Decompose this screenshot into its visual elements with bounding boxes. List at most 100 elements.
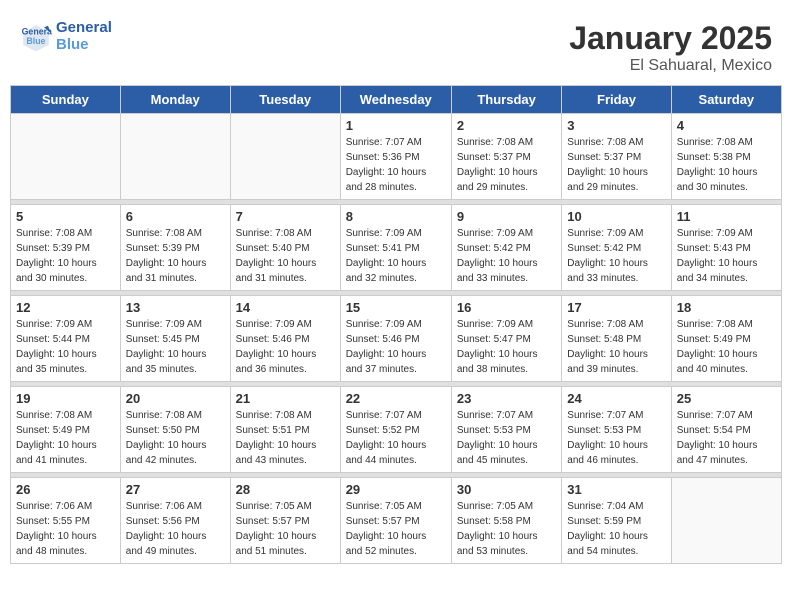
day-info-line: Sunset: 5:42 PM: [567, 241, 665, 256]
calendar-cell-w3-d7: 18Sunrise: 7:08 AMSunset: 5:49 PMDayligh…: [671, 296, 781, 382]
day-info-line: Sunrise: 7:09 AM: [236, 317, 335, 332]
day-info-line: Daylight: 10 hours: [567, 256, 665, 271]
day-info-line: Sunset: 5:42 PM: [457, 241, 556, 256]
calendar-cell-w1-d1: [11, 114, 121, 200]
day-info-line: Sunset: 5:56 PM: [126, 514, 225, 529]
day-number: 17: [567, 300, 665, 315]
day-number: 13: [126, 300, 225, 315]
day-info-line: Sunrise: 7:09 AM: [677, 226, 776, 241]
calendar-cell-w1-d4: 1 Sunrise: 7:07 AMSunset: 5:36 PMDaylight…: [340, 114, 451, 200]
svg-text:Blue: Blue: [26, 36, 45, 46]
calendar-cell-w3-d2: 13Sunrise: 7:09 AMSunset: 5:45 PMDayligh…: [120, 296, 230, 382]
day-info-line: and 49 minutes.: [126, 544, 225, 559]
day-info-line: Daylight: 10 hours: [236, 438, 335, 453]
day-info-line: Daylight: 10 hours: [16, 347, 115, 362]
calendar-cell-w5-d6: 31Sunrise: 7:04 AMSunset: 5:59 PMDayligh…: [562, 478, 671, 564]
day-number: 2: [457, 118, 556, 133]
calendar-cell-w3-d3: 14Sunrise: 7:09 AMSunset: 5:46 PMDayligh…: [230, 296, 340, 382]
day-info-line: and 31 minutes.: [126, 271, 225, 286]
day-number: 15: [346, 300, 446, 315]
location-title: El Sahuaral, Mexico: [569, 57, 772, 75]
day-info-line: Sunset: 5:36 PM: [346, 150, 446, 165]
day-info-line: Sunset: 5:41 PM: [346, 241, 446, 256]
day-number: 29: [346, 482, 446, 497]
calendar-cell-w4-d1: 19 Sunrise: 7:08 AMSunset: 5:49 PMDayligh…: [11, 387, 121, 473]
day-info-line: and 35 minutes.: [126, 362, 225, 377]
week-row-4: 19Sunrise: 7:08 AMSunset: 5:49 PMDayligh…: [11, 387, 782, 473]
week-row-3: 12Sunrise: 7:09 AMSunset: 5:44 PMDayligh…: [11, 296, 782, 382]
day-info-line: Sunrise: 7:07 AM: [346, 135, 446, 150]
day-info-line: Daylight: 10 hours: [457, 438, 556, 453]
day-info-line: Daylight: 10 hours: [346, 165, 446, 180]
day-info-line: and 40 minutes.: [677, 362, 776, 377]
day-info-line: Sunrise: 7:04 AM: [567, 499, 665, 514]
day-info-line: and 39 minutes.: [567, 362, 665, 377]
day-info-line: and 51 minutes.: [236, 544, 335, 559]
day-info-line: Sunrise: 7:08 AM: [16, 408, 115, 423]
calendar-cell-w4-d3: 21Sunrise: 7:08 AMSunset: 5:51 PMDayligh…: [230, 387, 340, 473]
weekday-header-row: Sunday Monday Tuesday Wednesday Thursday…: [11, 86, 782, 114]
day-number: 12: [16, 300, 115, 315]
day-info-line: Sunrise: 7:08 AM: [677, 317, 776, 332]
calendar-cell-w2-d3: 7Sunrise: 7:08 AMSunset: 5:40 PMDaylight…: [230, 205, 340, 291]
day-info-line: Sunrise: 7:08 AM: [16, 226, 115, 241]
calendar-cell-w3-d1: 12Sunrise: 7:09 AMSunset: 5:44 PMDayligh…: [11, 296, 121, 382]
day-info-line: and 36 minutes.: [236, 362, 335, 377]
calendar-cell-w5-d7: [671, 478, 781, 564]
day-info-line: Daylight: 10 hours: [16, 438, 115, 453]
day-info-line: Sunrise: 7:09 AM: [567, 226, 665, 241]
day-info-line: Sunset: 5:37 PM: [567, 150, 665, 165]
day-number: 18: [677, 300, 776, 315]
day-info-line: and 45 minutes.: [457, 453, 556, 468]
calendar-cell-w5-d2: 27Sunrise: 7:06 AMSunset: 5:56 PMDayligh…: [120, 478, 230, 564]
day-number: 1: [346, 118, 446, 133]
calendar-cell-w4-d6: 24Sunrise: 7:07 AMSunset: 5:53 PMDayligh…: [562, 387, 671, 473]
day-info-line: Sunset: 5:45 PM: [126, 332, 225, 347]
day-info-line: and 31 minutes.: [236, 271, 335, 286]
day-number: 14: [236, 300, 335, 315]
calendar-cell-w3-d5: 16Sunrise: 7:09 AMSunset: 5:47 PMDayligh…: [451, 296, 561, 382]
day-number: 19: [16, 391, 115, 406]
day-info-line: Sunset: 5:59 PM: [567, 514, 665, 529]
week-row-1: 1Sunrise: 7:07 AMSunset: 5:36 PMDaylight…: [11, 114, 782, 200]
day-info-line: Daylight: 10 hours: [126, 438, 225, 453]
day-number: 20: [126, 391, 225, 406]
day-info-line: Daylight: 10 hours: [457, 529, 556, 544]
day-info-line: Sunrise: 7:08 AM: [126, 226, 225, 241]
day-info-line: Sunset: 5:43 PM: [677, 241, 776, 256]
calendar-cell-w5-d5: 30Sunrise: 7:05 AMSunset: 5:58 PMDayligh…: [451, 478, 561, 564]
day-info-line: Daylight: 10 hours: [457, 347, 556, 362]
day-info-line: Sunrise: 7:05 AM: [457, 499, 556, 514]
day-info-line: Daylight: 10 hours: [16, 529, 115, 544]
day-info-line: and 33 minutes.: [457, 271, 556, 286]
calendar-cell-w4-d4: 22Sunrise: 7:07 AMSunset: 5:52 PMDayligh…: [340, 387, 451, 473]
day-info-line: Daylight: 10 hours: [457, 165, 556, 180]
day-info-line: Sunrise: 7:07 AM: [567, 408, 665, 423]
day-info-line: Sunrise: 7:07 AM: [457, 408, 556, 423]
calendar-cell-w2-d1: 5Sunrise: 7:08 AMSunset: 5:39 PMDaylight…: [11, 205, 121, 291]
logo-general-text: General: [56, 20, 112, 37]
calendar-cell-w1-d5: 2 Sunrise: 7:08 AMSunset: 5:37 PMDaylight…: [451, 114, 561, 200]
calendar-cell-w2-d2: 6Sunrise: 7:08 AMSunset: 5:39 PMDaylight…: [120, 205, 230, 291]
day-info-line: Daylight: 10 hours: [236, 529, 335, 544]
day-info-line: and 30 minutes.: [677, 180, 776, 195]
calendar-cell-w2-d5: 9Sunrise: 7:09 AMSunset: 5:42 PMDaylight…: [451, 205, 561, 291]
day-info-line: Sunset: 5:37 PM: [457, 150, 556, 165]
day-number: 22: [346, 391, 446, 406]
logo-icon: General Blue: [20, 21, 52, 53]
day-info-line: and 46 minutes.: [567, 453, 665, 468]
day-info-line: Sunrise: 7:09 AM: [457, 317, 556, 332]
day-info-line: Sunset: 5:53 PM: [457, 423, 556, 438]
day-info-line: and 32 minutes.: [346, 271, 446, 286]
day-info-line: Sunrise: 7:08 AM: [457, 135, 556, 150]
day-number: 23: [457, 391, 556, 406]
day-info-line: and 28 minutes.: [346, 180, 446, 195]
day-info-line: and 52 minutes.: [346, 544, 446, 559]
day-info-line: Daylight: 10 hours: [236, 256, 335, 271]
day-info-line: Sunset: 5:51 PM: [236, 423, 335, 438]
day-info-line: Sunset: 5:49 PM: [16, 423, 115, 438]
day-info-line: Sunrise: 7:09 AM: [346, 317, 446, 332]
col-saturday: Saturday: [671, 86, 781, 114]
day-info-line: Daylight: 10 hours: [346, 347, 446, 362]
day-info-line: Daylight: 10 hours: [126, 529, 225, 544]
